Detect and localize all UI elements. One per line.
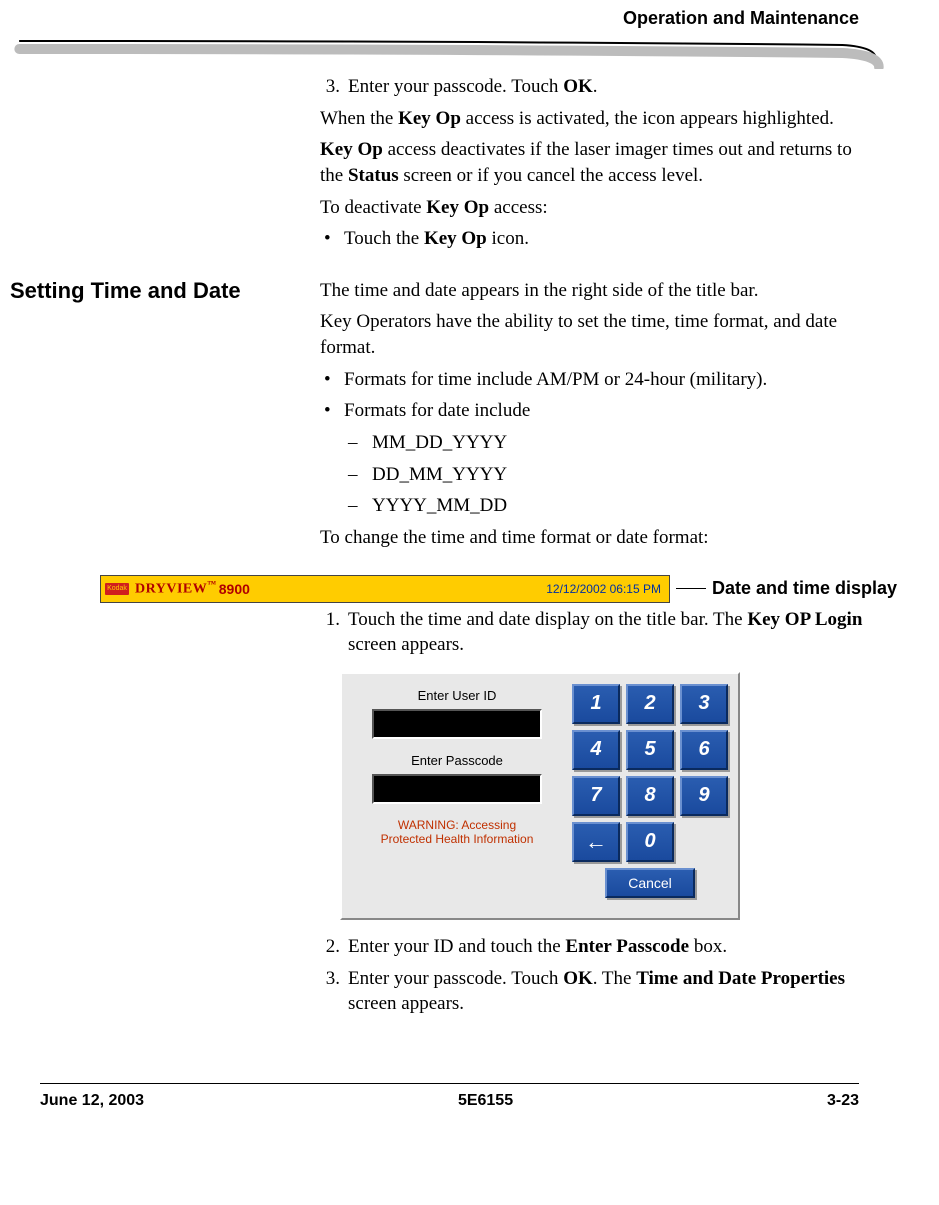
running-header: Operation and Maintenance [0,0,899,29]
date-fmt-3: YYYY_MM_DD [348,493,879,519]
date-fmt-2: DD_MM_YYYY [348,462,879,488]
key-4[interactable]: 4 [572,730,620,770]
key-2[interactable]: 2 [626,684,674,724]
label-passcode: Enter Passcode [411,753,503,768]
input-passcode[interactable] [372,774,542,804]
titlebar-screenshot: Kodak DRYVIEW™ 8900 12/12/2002 06:15 PM [100,575,670,603]
sec-bullet-date-formats: Formats for date include [320,398,879,424]
titlebar-brand: DRYVIEW™ [135,579,217,598]
footer-docnum: 5E6155 [458,1092,513,1110]
callout-label: Date and time display [712,578,897,599]
step-2: 2.Enter your ID and touch the Enter Pass… [320,934,879,960]
intro-p1: When the Key Op access is activated, the… [320,106,879,132]
sec-p2: Key Operators have the ability to set th… [320,309,879,360]
login-panel-screenshot: Enter User ID Enter Passcode WARNING: Ac… [340,672,740,920]
key-cancel[interactable]: Cancel [605,868,695,898]
page-footer: June 12, 2003 5E6155 3-23 [40,1083,859,1110]
input-user-id[interactable] [372,709,542,739]
label-user-id: Enter User ID [418,688,497,703]
titlebar-datetime[interactable]: 12/12/2002 06:15 PM [538,576,669,602]
callout-line [676,588,706,589]
key-6[interactable]: 6 [680,730,728,770]
keypad: 1 2 3 4 5 6 7 8 9 ← 0 Cancel [572,684,728,908]
intro-step-3: 3.Enter your passcode. Touch OK. [320,74,879,100]
date-fmt-1: MM_DD_YYYY [348,430,879,456]
step-1: 1.Touch the time and date display on the… [320,607,879,658]
key-0[interactable]: 0 [626,822,674,862]
intro-p3: To deactivate Key Op access: [320,195,879,221]
key-8[interactable]: 8 [626,776,674,816]
footer-date: June 12, 2003 [40,1092,144,1110]
sec-bullet-time-formats: Formats for time include AM/PM or 24-hou… [320,367,879,393]
login-warning: WARNING: Accessing Protected Health Info… [381,818,534,847]
header-swoosh-divider [0,29,899,69]
key-7[interactable]: 7 [572,776,620,816]
sec-p3: To change the time and time format or da… [320,525,879,551]
key-5[interactable]: 5 [626,730,674,770]
sec-p1: The time and date appears in the right s… [320,278,879,304]
intro-bullet: Touch the Key Op icon. [320,226,879,252]
titlebar-model: 8900 [219,581,250,597]
key-1[interactable]: 1 [572,684,620,724]
kodak-logo: Kodak [105,583,129,595]
key-9[interactable]: 9 [680,776,728,816]
step-3: 3.Enter your passcode. Touch OK. The Tim… [320,966,879,1017]
section-heading-time-date: Setting Time and Date [0,278,320,304]
key-3[interactable]: 3 [680,684,728,724]
key-backspace[interactable]: ← [572,822,620,862]
intro-p2: Key Op access deactivates if the laser i… [320,137,879,188]
footer-page: 3-23 [827,1092,859,1110]
